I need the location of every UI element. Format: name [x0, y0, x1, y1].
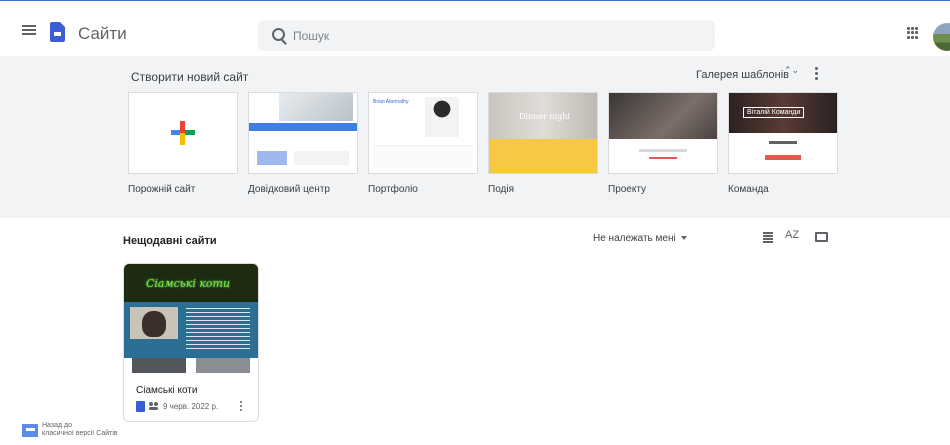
sort-az-icon[interactable]: AZ [785, 229, 799, 241]
search-input[interactable] [291, 24, 695, 48]
template-thumbnail[interactable] [248, 92, 358, 174]
grid-view-icon[interactable] [763, 232, 773, 243]
card-placeholder [294, 151, 349, 165]
template-label[interactable]: Портфоліо [368, 184, 478, 195]
sites-file-icon [136, 400, 145, 412]
avatar[interactable] [933, 23, 950, 51]
event-heading: Dinner night [519, 112, 571, 121]
classic-sites-line-1[interactable]: Назад до [42, 422, 118, 430]
template-thumbnail[interactable]: Brian Abernathy [368, 92, 478, 174]
sites-logo-icon[interactable] [50, 22, 65, 42]
template-label[interactable]: Команда [728, 184, 838, 195]
site-date: 9 черв. 2022 р. [163, 401, 219, 411]
expand-chevron-icon[interactable]: ⌃⌄ [784, 66, 799, 81]
folder-icon[interactable] [815, 232, 828, 242]
text-line [639, 149, 687, 152]
text-lines [186, 308, 250, 352]
cat-image [130, 307, 178, 339]
dropdown-caret-icon[interactable] [680, 236, 687, 241]
classic-sites-link[interactable]: Назад до класичної версії Сайтів [22, 422, 118, 438]
template-label[interactable]: Довідковий центр [248, 184, 358, 195]
site-name[interactable]: Сіамські коти [136, 385, 197, 396]
main-menu-icon[interactable] [22, 25, 36, 35]
app-title[interactable]: Сайти [78, 24, 127, 44]
owner-filter-label[interactable]: Не належать мені [593, 233, 676, 244]
content-area [373, 145, 473, 168]
top-bar: Сайти [0, 0, 950, 56]
classic-sites-icon [22, 424, 38, 437]
photo-strip [124, 358, 258, 373]
portfolio-heading: Brian Abernathy [373, 99, 409, 105]
more-options-icon[interactable] [812, 67, 820, 81]
flowers-image [279, 93, 353, 121]
site-more-options-icon[interactable] [240, 401, 244, 413]
template-label[interactable]: Порожній сайт [128, 184, 238, 195]
template-portfolio[interactable]: Brian Abernathy Портфоліо [368, 92, 478, 195]
site-meta: 9 черв. 2022 р. [136, 400, 218, 412]
project-hero [609, 93, 717, 139]
portrait-image [425, 97, 459, 137]
template-thumbnail[interactable] [128, 92, 238, 174]
blue-banner [249, 123, 357, 131]
template-thumbnail[interactable] [608, 92, 718, 174]
template-project[interactable]: Проекту [608, 92, 718, 195]
apps-grid-icon[interactable] [907, 27, 919, 39]
accent-line [649, 157, 677, 159]
template-gallery: Створити новий сайт Галерея шаблонів ⌃⌄ … [0, 56, 950, 218]
recent-sites-title: Нещодавні сайти [123, 235, 217, 247]
template-label[interactable]: Подія [488, 184, 598, 195]
template-label[interactable]: Проекту [608, 184, 718, 195]
template-team[interactable]: Віталій Команди Команда [728, 92, 838, 195]
search-bar[interactable] [258, 20, 715, 51]
classic-sites-line-2[interactable]: класичної версії Сайтів [42, 430, 118, 438]
template-thumbnail[interactable]: Віталій Команди [728, 92, 838, 174]
card-image [257, 151, 287, 165]
owner-filter-dropdown[interactable]: Не належать мені [593, 233, 687, 244]
shared-people-icon [149, 401, 159, 411]
accent-button [765, 155, 801, 160]
site-hero-title: Сіамські коти [146, 277, 231, 290]
search-icon[interactable] [272, 28, 285, 41]
template-help-center[interactable]: Довідковий центр [248, 92, 358, 195]
site-card[interactable]: Сіамські коти Сіамські коти 9 черв. 2022… [123, 263, 259, 422]
plus-icon [171, 121, 195, 145]
site-thumbnail[interactable]: Сіамські коти [124, 264, 258, 373]
template-gallery-button[interactable]: Галерея шаблонів [696, 69, 789, 81]
create-new-site-title: Створити новий сайт [131, 70, 249, 84]
template-event[interactable]: Dinner night Подія [488, 92, 598, 195]
yellow-section [489, 139, 597, 173]
template-thumbnail[interactable]: Dinner night [488, 92, 598, 174]
team-heading: Віталій Команди [743, 107, 805, 118]
text-line [769, 141, 797, 144]
template-blank[interactable]: Порожній сайт [128, 92, 238, 195]
